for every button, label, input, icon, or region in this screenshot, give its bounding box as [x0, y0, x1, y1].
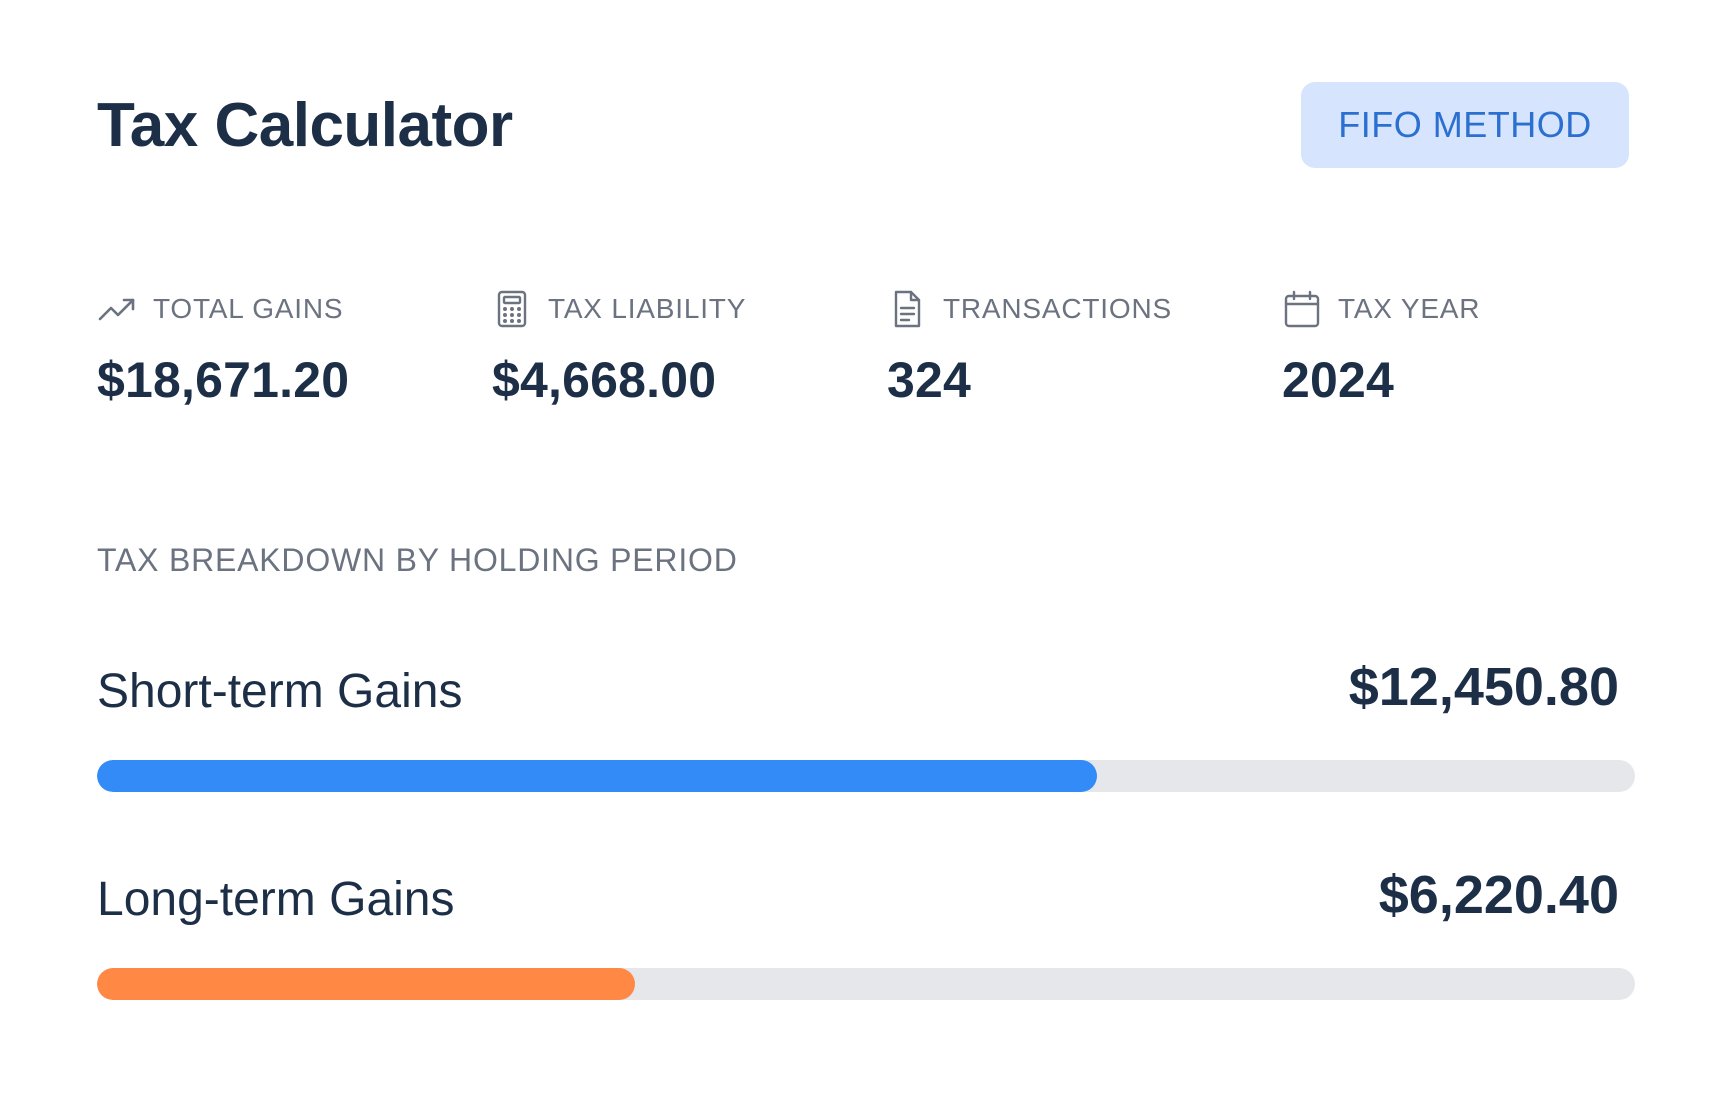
- trending-up-icon: [97, 289, 137, 329]
- stat-value: 324: [887, 352, 972, 408]
- stat-label: TRANSACTIONS: [943, 293, 1172, 324]
- stat-label: TAX LIABILITY: [548, 293, 747, 324]
- gain-label: Long-term Gains: [97, 873, 455, 926]
- gain-amount: $12,450.80: [1348, 657, 1619, 717]
- stat-value: 2024: [1282, 352, 1395, 408]
- gain-amount: $6,220.40: [1378, 865, 1619, 925]
- gain-label: Short-term Gains: [97, 665, 463, 718]
- short-term-gains-row: Short-term Gains $12,450.80: [97, 656, 1635, 792]
- tax-calculator-card: Tax Calculator FIFO METHOD TOTAL GAINS $…: [0, 0, 1720, 1120]
- stat-total-gains: TOTAL GAINS $18,671.20: [97, 288, 477, 410]
- short-term-progress-track: [97, 760, 1635, 792]
- long-term-progress-track: [97, 968, 1635, 1000]
- stat-tax-liability: TAX LIABILITY $4,668.00: [492, 288, 872, 410]
- stat-tax-year: TAX YEAR 2024: [1282, 288, 1662, 410]
- header: Tax Calculator FIFO METHOD: [97, 82, 1629, 170]
- stats-row: TOTAL GAINS $18,671.20 TAX LIABILITY $4,…: [97, 288, 1657, 418]
- long-term-gains-row: Long-term Gains $6,220.40: [97, 864, 1635, 1000]
- stat-label: TOTAL GAINS: [153, 293, 344, 324]
- calendar-icon: [1282, 289, 1322, 329]
- stat-value: $4,668.00: [492, 352, 717, 408]
- stat-value: $18,671.20: [97, 352, 350, 408]
- page-title: Tax Calculator: [97, 91, 513, 160]
- calculator-icon: [492, 289, 532, 329]
- stat-label: TAX YEAR: [1338, 293, 1481, 324]
- breakdown-title: TAX BREAKDOWN BY HOLDING PERIOD: [97, 542, 738, 578]
- short-term-progress-fill: [97, 760, 1097, 792]
- stat-transactions: TRANSACTIONS 324: [887, 288, 1267, 410]
- long-term-progress-fill: [97, 968, 636, 1000]
- method-badge[interactable]: FIFO METHOD: [1301, 82, 1629, 168]
- document-icon: [887, 289, 927, 329]
